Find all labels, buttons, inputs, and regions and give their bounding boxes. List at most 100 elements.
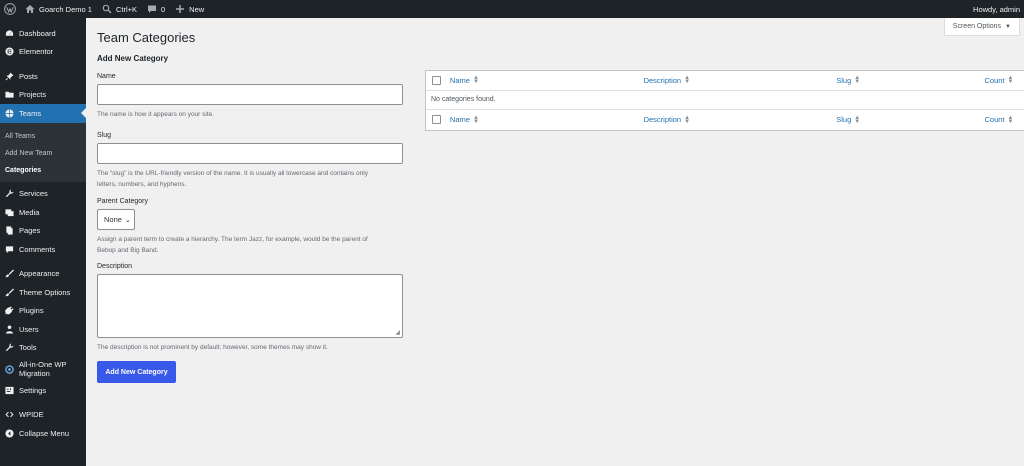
- sidebar-item-label: Users: [19, 324, 39, 334]
- column-label: Name: [449, 115, 470, 125]
- pin-icon: [5, 72, 14, 81]
- search-shortcut: Ctrl+K: [115, 4, 137, 14]
- site-name-link[interactable]: Goarch Demo 1: [20, 0, 97, 18]
- elementor-icon: [5, 47, 14, 56]
- sort-arrows-icon: ▲ ▼: [684, 75, 691, 86]
- column-slug-sort-footer[interactable]: Slug ▲ ▼: [836, 114, 984, 125]
- sort-arrows-icon: ▲ ▼: [854, 75, 861, 86]
- column-description-sort[interactable]: Description ▲ ▼: [643, 75, 837, 86]
- column-label: Slug: [836, 75, 852, 85]
- sidebar-item-elementor[interactable]: Elementor: [0, 43, 86, 62]
- sidebar-item-label: Theme Options: [19, 287, 71, 297]
- sidebar-item-settings[interactable]: Settings: [0, 381, 86, 400]
- select-all-checkbox[interactable]: [432, 75, 441, 85]
- sidebar-item-appearance[interactable]: Appearance: [0, 265, 86, 284]
- page-title: Team Categories: [97, 30, 196, 45]
- slug-hint-line-1: The “slug” is the URL-friendly version o…: [97, 170, 368, 177]
- sort-arrows-icon: ▲ ▼: [854, 114, 861, 125]
- new-content-button[interactable]: New: [170, 0, 209, 18]
- slug-input[interactable]: [97, 143, 403, 164]
- column-name-sort[interactable]: Name ▲ ▼: [449, 75, 644, 85]
- parent-category-label: Parent Category: [97, 198, 148, 205]
- sidebar-item-services[interactable]: Services: [0, 185, 86, 204]
- sidebar-item-plugins[interactable]: Plugins: [0, 302, 86, 321]
- howdy-account-menu[interactable]: Howdy, admin: [968, 0, 1024, 18]
- table-row: No categories found.: [426, 91, 1024, 110]
- column-label: Count: [984, 75, 1005, 85]
- sidebar-item-dashboard[interactable]: Dashboard: [0, 24, 86, 43]
- chevron-down-icon: ⌄: [124, 216, 131, 224]
- parent-hint: Assign a parent term to create a hierarc…: [97, 234, 405, 256]
- code-icon: [5, 410, 14, 419]
- sidebar-item-wpide[interactable]: WPIDE: [0, 406, 86, 425]
- column-description-sort-footer[interactable]: Description ▲ ▼: [643, 115, 837, 125]
- search-icon: [102, 4, 112, 14]
- wordpress-icon: [4, 3, 16, 15]
- user-icon: [5, 325, 14, 334]
- parent-hint-line-2: Bebop and Big Band.: [97, 247, 159, 254]
- comments-link[interactable]: 0: [142, 0, 170, 18]
- column-count-sort-footer[interactable]: Count ▲ ▼: [984, 114, 1024, 125]
- select-all-checkbox-footer[interactable]: [432, 115, 441, 125]
- label-line-2: Migration: [19, 369, 50, 378]
- sidebar-item-label: Collapse Menu: [19, 428, 70, 438]
- add-new-category-button[interactable]: Add New Category: [97, 361, 176, 383]
- slug-hint: The “slug” is the URL-friendly version o…: [97, 168, 405, 190]
- table-footer-row: Name ▲ ▼ Description ▲ ▼ Slug ▲ ▼ Count ▲ ▼: [426, 110, 1024, 130]
- sidebar-item-label: Projects: [19, 90, 47, 100]
- column-label: Count: [984, 115, 1005, 125]
- dashboard-icon: [5, 29, 14, 38]
- column-count-sort[interactable]: Count ▲ ▼: [984, 75, 1024, 85]
- command-palette-button[interactable]: Ctrl+K: [97, 0, 142, 18]
- submenu-add-new-team[interactable]: Add New Team: [0, 145, 86, 162]
- sidebar-item-label: Tools: [19, 343, 37, 353]
- plus-icon: [176, 5, 185, 13]
- screen-options-toggle[interactable]: Screen Options ▼: [943, 18, 1020, 36]
- collapse-icon: [5, 429, 14, 438]
- collapse-menu-button[interactable]: Collapse Menu: [0, 424, 86, 443]
- sidebar-item-teams[interactable]: Teams: [0, 104, 86, 123]
- tools-icon: [5, 343, 14, 352]
- sidebar-item-theme-options[interactable]: Theme Options: [0, 283, 86, 302]
- name-input[interactable]: [97, 84, 403, 105]
- column-label: Description: [643, 75, 682, 85]
- sidebar-item-label: Posts: [19, 71, 38, 81]
- parent-category-value: None: [104, 215, 122, 224]
- sidebar-item-posts[interactable]: Posts: [0, 67, 86, 86]
- resize-handle-icon[interactable]: ◢: [395, 329, 400, 336]
- sidebar-item-label: Plugins: [19, 306, 44, 316]
- parent-hint-line-1: Assign a parent term to create a hierarc…: [97, 236, 368, 243]
- plug-icon: [5, 306, 14, 315]
- column-label: Slug: [836, 115, 852, 125]
- submenu-all-teams[interactable]: All Teams: [0, 128, 86, 145]
- name-label: Name: [97, 73, 116, 80]
- column-slug-sort[interactable]: Slug ▲ ▼: [836, 75, 984, 86]
- sidebar-item-tools[interactable]: Tools: [0, 339, 86, 358]
- column-label: Description: [643, 115, 682, 125]
- sidebar-item-label: Settings: [19, 385, 47, 395]
- teams-icon: [5, 109, 14, 118]
- description-textarea[interactable]: ◢: [97, 274, 403, 338]
- sort-arrows-icon: ▲ ▼: [472, 114, 479, 125]
- column-name-sort-footer[interactable]: Name ▲ ▼: [449, 114, 644, 125]
- migration-icon: [5, 364, 14, 374]
- wrench-icon: [5, 189, 14, 198]
- sidebar-item-media[interactable]: Media: [0, 203, 86, 222]
- submenu-categories[interactable]: Categories: [0, 162, 86, 179]
- howdy-text: Howdy, admin: [973, 4, 1020, 14]
- sidebar-item-label: WPIDE: [19, 410, 44, 420]
- sort-arrows-icon: ▲ ▼: [1007, 114, 1014, 125]
- folder-icon: [5, 90, 14, 99]
- column-label: Name: [449, 75, 470, 85]
- sidebar-item-projects[interactable]: Projects: [0, 86, 86, 105]
- wordpress-logo-button[interactable]: [0, 0, 20, 18]
- teams-submenu: All Teams Add New Team Categories: [0, 122, 86, 182]
- sidebar-item-pages[interactable]: Pages: [0, 222, 86, 241]
- sidebar-item-comments[interactable]: Comments: [0, 240, 86, 259]
- sidebar-item-users[interactable]: Users: [0, 320, 86, 339]
- table-header-row: Name ▲ ▼ Description ▲ ▼ Slug ▲ ▼ Count ▲ ▼: [426, 71, 1024, 91]
- no-items-message: No categories found.: [431, 96, 496, 104]
- sidebar-item-all-in-one-migration[interactable]: All-in-One WP Migration: [0, 357, 86, 381]
- parent-category-select[interactable]: None ⌄: [97, 209, 135, 230]
- home-icon: [25, 5, 35, 13]
